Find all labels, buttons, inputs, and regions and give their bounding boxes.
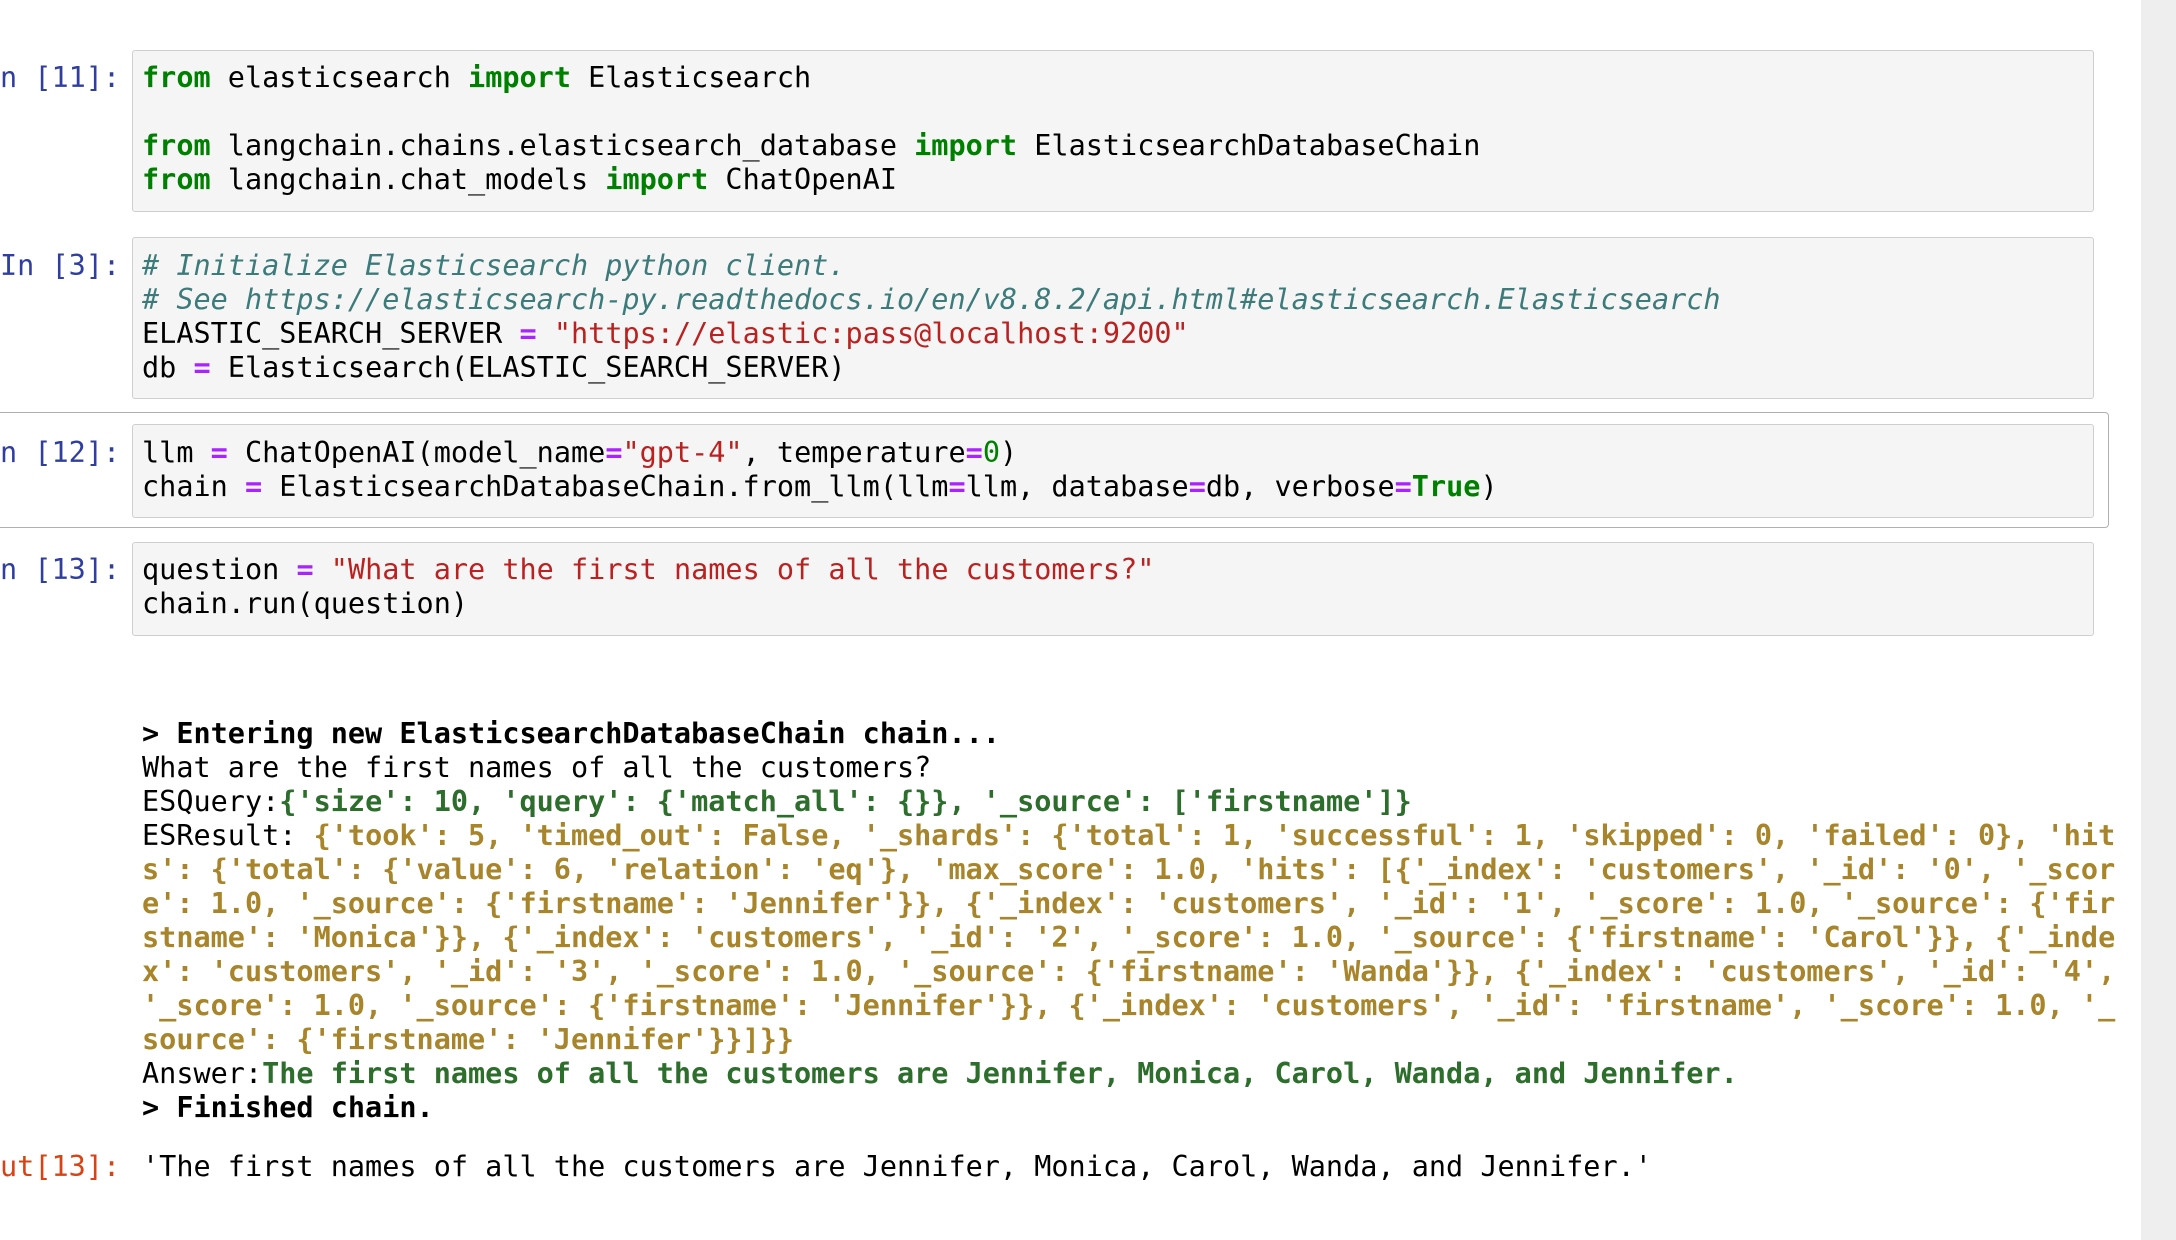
keyword-token: import	[468, 61, 571, 94]
string-token: "https://elastic:pass@localhost:9200"	[553, 317, 1189, 350]
code-cell[interactable]: llm = ChatOpenAI(model_name="gpt-4", tem…	[142, 436, 1498, 504]
highlight-text: The first names of all the customers are…	[262, 1057, 1738, 1090]
result-text: '_score': 1.0, '_source': {'firstname': …	[142, 989, 2116, 1022]
cell-prompt: In [3]:	[0, 249, 121, 282]
code-token: db	[142, 351, 194, 384]
code-token: langchain.chains.elasticsearch_database	[210, 129, 915, 162]
comment-token: # See https://elasticsearch-py.readthedo…	[142, 283, 1721, 316]
code-line: from langchain.chains.elasticsearch_data…	[142, 129, 1480, 163]
code-line: > Entering new ElasticsearchDatabaseChai…	[142, 717, 2115, 751]
code-line: s': {'total': {'value': 6, 'relation': '…	[142, 853, 2115, 887]
operator-token: =	[296, 553, 314, 586]
code-token: ELASTIC_SEARCH_SERVER	[142, 317, 520, 350]
code-line: ELASTIC_SEARCH_SERVER = "https://elastic…	[142, 317, 1721, 351]
code-line: ESResult: {'took': 5, 'timed_out': False…	[142, 819, 2115, 853]
operator-token: =	[965, 436, 983, 469]
operator-token: =	[244, 470, 263, 503]
code-token: elasticsearch	[210, 61, 469, 94]
code-token: ChatOpenAI	[708, 163, 897, 196]
stream-output: > Entering new ElasticsearchDatabaseChai…	[142, 717, 2115, 1125]
code-line: from elasticsearch import Elasticsearch	[142, 61, 1480, 95]
result-text: source': {'firstname': 'Jennifer'}}]}}	[142, 1023, 795, 1056]
code-line: Answer:The first names of all the custom…	[142, 1057, 2115, 1091]
operator-token: =	[605, 436, 623, 469]
code-line: x': 'customers', '_id': '3', '_score': 1…	[142, 955, 2115, 989]
code-token: )	[1000, 436, 1018, 469]
string-token: "What are the first names of all the cus…	[330, 553, 1155, 586]
code-line: stname': 'Monica'}}, {'_index': 'custome…	[142, 921, 2115, 955]
code-token: Answer:	[142, 1057, 263, 1090]
result-text: stname': 'Monica'}}, {'_index': 'custome…	[142, 921, 2116, 954]
code-line: db = Elasticsearch(ELASTIC_SEARCH_SERVER…	[142, 351, 1721, 385]
operator-token: =	[1188, 470, 1206, 503]
code-line: # See https://elasticsearch-py.readthedo…	[142, 283, 1721, 317]
code-token: llm, database	[965, 470, 1189, 503]
code-line: ESQuery:{'size': 10, 'query': {'match_al…	[142, 785, 2115, 819]
result-text: s': {'total': {'value': 6, 'relation': '…	[142, 853, 2116, 886]
cell-prompt: n [11]:	[0, 61, 121, 94]
code-line: source': {'firstname': 'Jennifer'}}]}}	[142, 1023, 2115, 1057]
code-token: , temperature	[742, 436, 966, 469]
code-line: question = "What are the first names of …	[142, 553, 1154, 587]
highlight-text: {'size': 10, 'query': {'match_all': {}},…	[279, 785, 1412, 818]
code-token: langchain.chat_models	[210, 163, 606, 196]
code-token: )	[1480, 470, 1498, 503]
code-token: ElasticsearchDatabaseChain	[1017, 129, 1481, 162]
keyword-token: from	[142, 129, 211, 162]
code-line: from langchain.chat_models import ChatOp…	[142, 163, 1480, 197]
code-token: ESResult:	[142, 819, 314, 852]
result-text: e': 1.0, '_source': {'firstname': 'Jenni…	[142, 887, 2116, 920]
keyword-token: import	[914, 129, 1018, 162]
code-token: chain.run(question)	[142, 587, 469, 620]
result-text: {'took': 5, 'timed_out': False, '_shards…	[313, 819, 2116, 852]
operator-token: =	[193, 351, 211, 384]
string-token: "gpt-4"	[622, 436, 743, 469]
result-text: x': 'customers', '_id': '3', '_score': 1…	[142, 955, 2116, 988]
operator-token: =	[519, 317, 537, 350]
code-line: '_score': 1.0, '_source': {'firstname': …	[142, 989, 2115, 1023]
operator-token: =	[210, 436, 228, 469]
bold-text: > Entering new ElasticsearchDatabaseChai…	[142, 717, 1000, 750]
code-token: ElasticsearchDatabaseChain.from_llm(llm	[262, 470, 949, 503]
notebook-scrollbar[interactable]	[2141, 0, 2176, 1240]
bold-text: > Finished chain.	[142, 1091, 434, 1124]
keyword-token: True	[1411, 470, 1481, 503]
keyword-token: from	[142, 163, 211, 196]
code-token: question	[142, 553, 297, 586]
cell-result: 'The first names of all the customers ar…	[142, 1150, 1652, 1183]
code-token: What are the first names of all the cust…	[142, 751, 932, 784]
code-token: chain	[142, 470, 245, 503]
keyword-token: import	[605, 163, 709, 196]
code-token: db, verbose	[1205, 470, 1395, 503]
cell-prompt: n [13]:	[0, 553, 121, 586]
code-line: What are the first names of all the cust…	[142, 751, 2115, 785]
code-token: llm	[142, 436, 211, 469]
code-line: chain.run(question)	[142, 587, 1154, 621]
code-token: Elasticsearch(ELASTIC_SEARCH_SERVER)	[210, 351, 846, 384]
code-line: e': 1.0, '_source': {'firstname': 'Jenni…	[142, 887, 2115, 921]
code-token: ESQuery:	[142, 785, 280, 818]
code-token: ChatOpenAI(model_name	[227, 436, 606, 469]
code-line: # Initialize Elasticsearch python client…	[142, 249, 1721, 283]
cell-prompt: n [12]:	[0, 436, 121, 469]
operator-token: =	[948, 470, 966, 503]
code-cell[interactable]: question = "What are the first names of …	[142, 553, 1154, 621]
code-cell[interactable]: from elasticsearch import Elasticsearch …	[142, 61, 1480, 197]
output-prompt: ut[13]:	[0, 1150, 121, 1183]
code-line: chain = ElasticsearchDatabaseChain.from_…	[142, 470, 1498, 504]
number-token: 0	[982, 436, 1000, 469]
comment-token: # Initialize Elasticsearch python client…	[142, 249, 846, 282]
code-token: Elasticsearch	[570, 61, 812, 94]
keyword-token: from	[142, 61, 211, 94]
code-cell[interactable]: # Initialize Elasticsearch python client…	[142, 249, 1721, 385]
operator-token: =	[1394, 470, 1412, 503]
code-line: > Finished chain.	[142, 1091, 2115, 1125]
code-line: llm = ChatOpenAI(model_name="gpt-4", tem…	[142, 436, 1498, 470]
